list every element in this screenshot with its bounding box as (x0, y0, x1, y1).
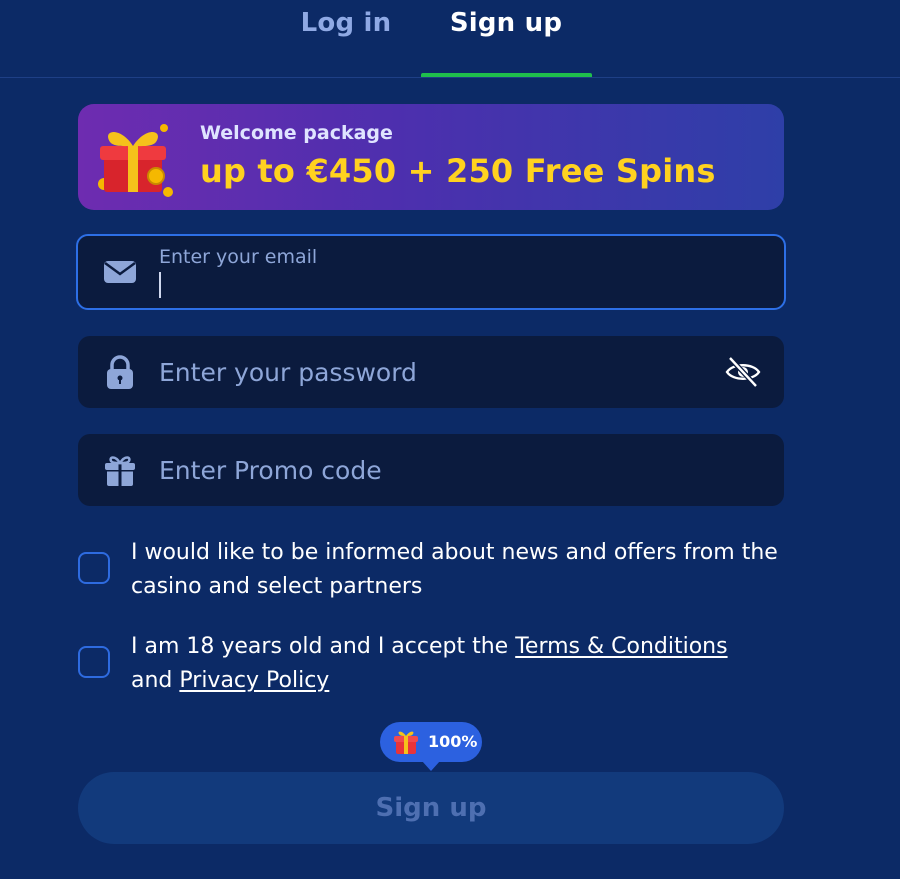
bonus-percentage: 100% (428, 732, 478, 751)
news-consent-checkbox[interactable] (78, 552, 110, 584)
email-field[interactable]: Enter your email (76, 234, 786, 310)
gift-box-icon (98, 124, 173, 197)
eye-slash-icon[interactable] (724, 353, 762, 391)
active-tab-indicator (421, 73, 592, 77)
sign-up-button[interactable]: Sign up (78, 772, 784, 844)
lock-icon (107, 355, 133, 389)
password-input[interactable] (159, 336, 719, 408)
welcome-package-banner: Welcome package up to €450 + 250 Free Sp… (78, 104, 784, 210)
gift-icon (105, 456, 135, 486)
terms-prefix: I am 18 years old and I accept the (131, 634, 509, 659)
banner-offer: up to €450 + 250 Free Spins (200, 152, 716, 190)
tab-sign-up[interactable]: Sign up (440, 8, 572, 42)
email-input[interactable] (159, 266, 719, 306)
tab-log-in[interactable]: Log in (296, 8, 396, 42)
terms-consent-text: I am 18 years old and I accept the Terms… (131, 630, 811, 698)
gift-icon (394, 731, 418, 754)
email-label: Enter your email (159, 246, 318, 268)
terms-conditions-link[interactable]: Terms & Conditions (515, 634, 727, 659)
bonus-progress-badge: 100% (380, 722, 482, 771)
news-consent-text: I would like to be informed about news a… (131, 540, 778, 599)
auth-tabs: Log in Sign up (0, 0, 900, 78)
terms-consent-checkbox[interactable] (78, 646, 110, 678)
envelope-icon (104, 261, 136, 283)
terms-connector: and (131, 668, 173, 693)
password-field[interactable] (78, 336, 784, 408)
privacy-policy-link[interactable]: Privacy Policy (179, 668, 329, 693)
promo-code-field[interactable] (78, 434, 784, 506)
promo-code-input[interactable] (159, 434, 719, 506)
banner-subtitle: Welcome package (200, 122, 393, 144)
